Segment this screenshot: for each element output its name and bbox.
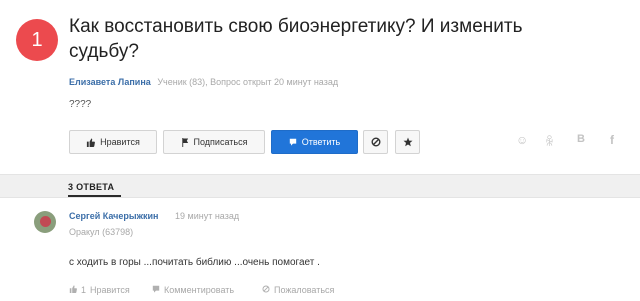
tab-active-underline — [68, 195, 121, 197]
answer-timestamp: 19 минут назад — [175, 211, 240, 221]
speech-bubble-icon — [289, 138, 297, 146]
answer-like-count: 1 — [81, 285, 87, 295]
question-body: ???? — [69, 99, 92, 110]
answer-text: с ходить в горы ...почитать библию ...оч… — [69, 257, 320, 268]
like-button[interactable]: Нравится — [69, 130, 157, 154]
subscribe-button[interactable]: Подписаться — [163, 130, 265, 154]
answer-author-avatar[interactable] — [34, 211, 56, 233]
subscribe-button-label: Подписаться — [193, 137, 248, 147]
answer-button[interactable]: Ответить — [271, 130, 358, 154]
like-button-label: Нравится — [100, 137, 140, 147]
share-facebook-icon[interactable]: f — [610, 133, 614, 147]
answer-button-label: Ответить — [301, 137, 341, 147]
ban-icon — [262, 285, 270, 295]
question-meta: Елизавета Лапина Ученик (83), Вопрос отк… — [69, 77, 338, 87]
answer-like-label: Нравится — [90, 285, 130, 295]
star-icon — [403, 137, 413, 147]
tab-answers[interactable]: 3 ОТВЕТА — [68, 182, 114, 192]
answer-comment-label: Комментировать — [164, 285, 235, 295]
share-mail-icon[interactable]: ☺ — [516, 133, 528, 147]
ban-icon — [371, 137, 381, 147]
question-author-link[interactable]: Елизавета Лапина — [69, 77, 151, 87]
answer-report-link[interactable]: Пожаловаться — [262, 285, 334, 295]
answer-like-link[interactable]: 1 Нравится — [69, 285, 130, 295]
question-number-badge: 1 — [16, 19, 58, 61]
answer-comment-link[interactable]: Комментировать — [152, 285, 234, 295]
share-ok-icon[interactable]: ꆜ — [545, 133, 554, 149]
flag-icon — [181, 137, 189, 147]
thumbs-up-icon — [69, 285, 77, 295]
answer-author-rank: Оракул (63798) — [69, 227, 134, 237]
favorite-button[interactable] — [395, 130, 420, 154]
answer-report-label: Пожаловаться — [274, 285, 335, 295]
report-button[interactable] — [363, 130, 388, 154]
question-title: Как восстановить свою биоэнергетику? И и… — [69, 16, 523, 62]
answers-tab-bar: 3 ОТВЕТА — [0, 174, 640, 198]
share-vk-icon[interactable]: B — [577, 133, 585, 145]
comment-icon — [152, 285, 160, 295]
question-meta-text: Ученик (83), Вопрос открыт 20 минут наза… — [157, 77, 339, 87]
thumbs-up-icon — [86, 137, 96, 147]
answer-author-link[interactable]: Сергей Качерыжкин — [69, 211, 158, 221]
